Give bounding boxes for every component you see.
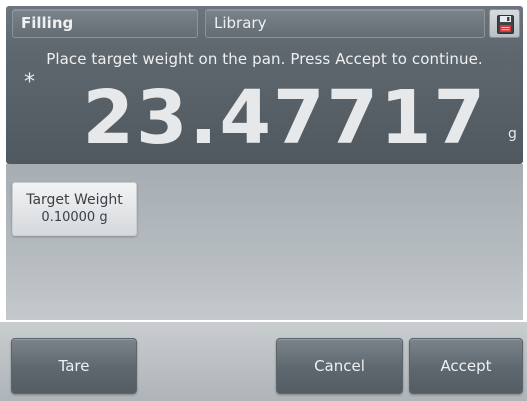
target-weight-button[interactable]: Target Weight 0.10000 g: [12, 182, 137, 236]
tab-filling[interactable]: Filling: [12, 9, 198, 38]
weight-reading: 23.47717: [82, 75, 487, 161]
target-weight-value: 0.10000 g: [41, 210, 108, 225]
weighing-display-panel: Filling Library Place target weight on t…: [6, 6, 523, 164]
weight-unit: g: [508, 126, 517, 142]
tare-button[interactable]: Tare: [11, 338, 137, 394]
balance-screen: Filling Library Place target weight on t…: [0, 0, 527, 401]
instruction-text: Place target weight on the pan. Press Ac…: [46, 50, 483, 68]
save-button[interactable]: [489, 9, 520, 38]
stable-indicator: *: [24, 70, 35, 95]
accept-button[interactable]: Accept: [409, 338, 523, 394]
cancel-button[interactable]: Cancel: [276, 338, 403, 394]
floppy-disk-icon: [497, 15, 514, 34]
action-bar: Tare Cancel Accept: [0, 322, 527, 401]
application-panel: Target Weight 0.10000 g: [6, 164, 523, 320]
target-weight-label: Target Weight: [26, 192, 123, 208]
tab-library[interactable]: Library: [205, 9, 485, 38]
